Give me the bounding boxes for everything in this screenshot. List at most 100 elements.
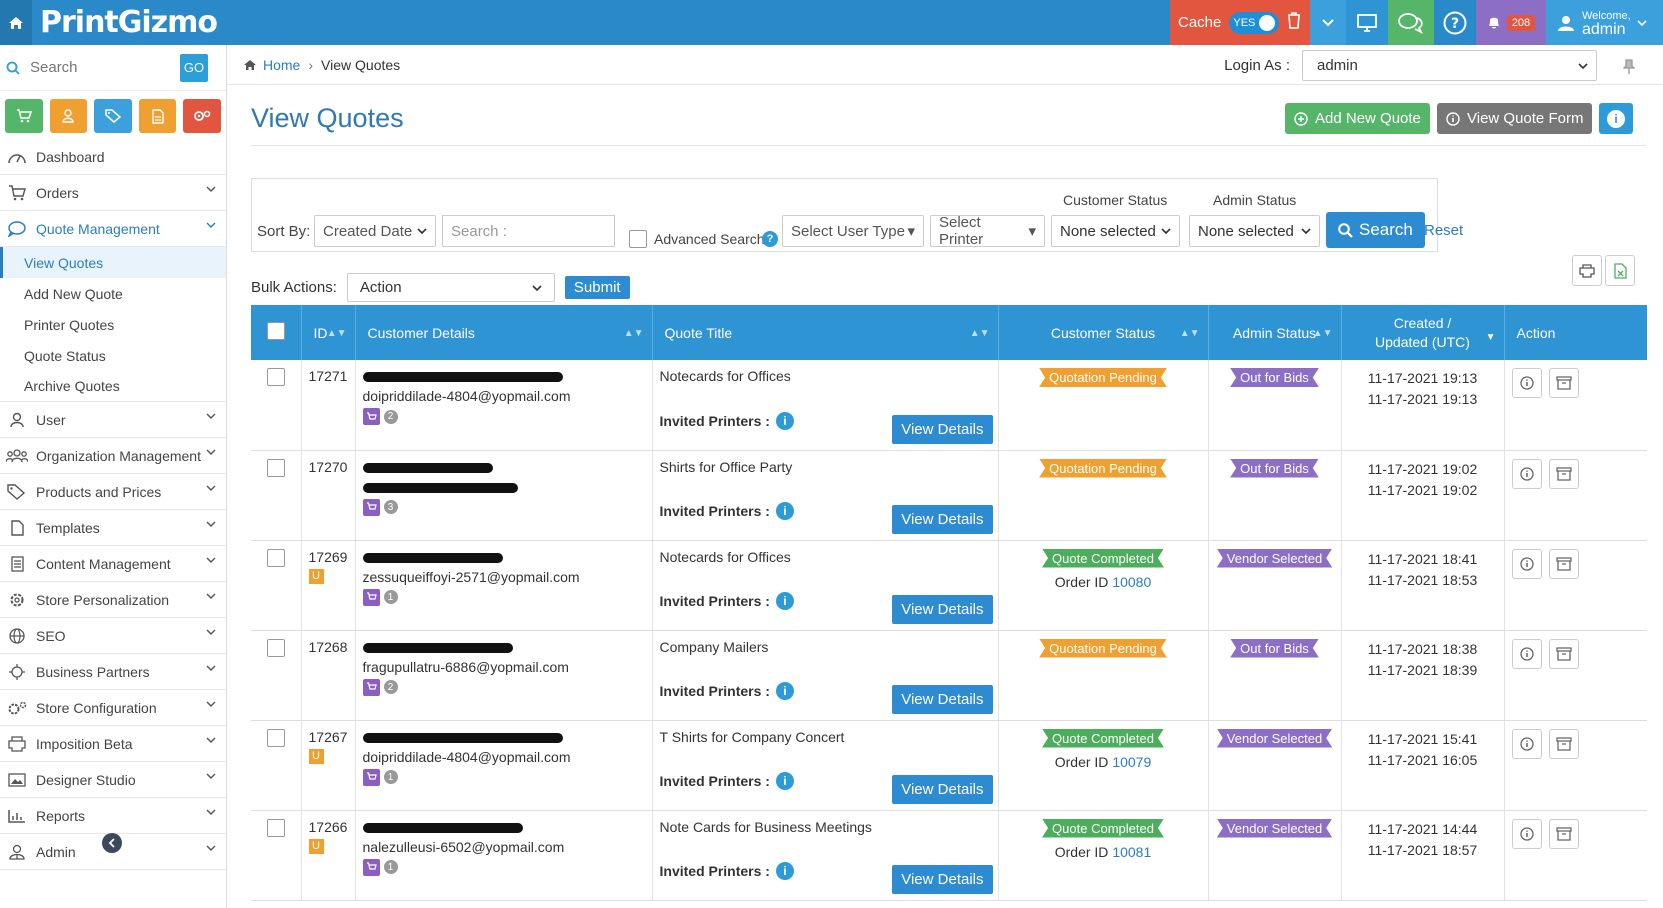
header-customer-details[interactable]: Customer Details ▲▼ bbox=[355, 305, 653, 360]
info-icon[interactable]: i bbox=[775, 861, 794, 880]
sidebar-subitem-view-quotes[interactable]: View Quotes bbox=[0, 247, 226, 278]
user-icon[interactable] bbox=[49, 99, 88, 133]
sidebar-collapse-button[interactable] bbox=[102, 833, 122, 853]
print-button[interactable] bbox=[1572, 255, 1602, 286]
app-logo[interactable]: PrintGizmo bbox=[40, 5, 218, 40]
info-button[interactable] bbox=[1511, 638, 1542, 669]
header-customer-status[interactable]: Customer Status ▲▼ bbox=[998, 305, 1209, 360]
sidebar-item-seo[interactable]: SEO bbox=[0, 618, 226, 654]
header-admin-status[interactable]: Admin Status ▲▼ bbox=[1208, 305, 1342, 360]
trash-icon[interactable] bbox=[1287, 12, 1301, 33]
cache-toggle[interactable]: YES bbox=[1229, 11, 1280, 34]
customer-status-select[interactable]: None selected bbox=[1051, 215, 1180, 247]
view-details-button[interactable]: View Details bbox=[892, 774, 993, 804]
row-checkbox[interactable] bbox=[266, 458, 285, 477]
archive-button[interactable] bbox=[1549, 818, 1580, 849]
info-button[interactable] bbox=[1511, 368, 1542, 398]
sidebar-subitem-quote-status[interactable]: Quote Status bbox=[0, 340, 226, 371]
view-details-button[interactable]: View Details bbox=[892, 414, 993, 444]
archive-button[interactable] bbox=[1549, 368, 1580, 398]
header-created-updated[interactable]: Created / Updated (UTC) ▼ bbox=[1341, 305, 1505, 360]
archive-button[interactable] bbox=[1549, 548, 1580, 579]
sidebar-item-templates[interactable]: Templates bbox=[0, 510, 226, 546]
sidebar-search-input[interactable] bbox=[30, 59, 170, 76]
page-info-button[interactable]: i bbox=[1599, 103, 1633, 134]
sidebar-item-store-configuration[interactable]: Store Configuration bbox=[0, 690, 226, 726]
help-icon[interactable]: ? bbox=[1434, 0, 1476, 45]
info-button[interactable] bbox=[1511, 548, 1542, 579]
header-quote-title[interactable]: Quote Title ▲▼ bbox=[652, 305, 999, 360]
reset-link[interactable]: Reset bbox=[1424, 222, 1463, 239]
gears-icon[interactable] bbox=[183, 99, 221, 133]
sidebar-item-organization-management[interactable]: Organization Management bbox=[0, 438, 226, 474]
monitor-icon[interactable] bbox=[1346, 0, 1388, 45]
submit-button[interactable]: Submit bbox=[564, 276, 630, 299]
bulk-action-select[interactable]: Action bbox=[346, 273, 555, 302]
add-new-quote-button[interactable]: Add New Quote bbox=[1285, 103, 1430, 134]
breadcrumb-home[interactable]: Home bbox=[263, 57, 300, 73]
notifications[interactable]: 208 bbox=[1476, 0, 1546, 45]
view-details-button[interactable]: View Details bbox=[892, 864, 993, 894]
chat-icon[interactable] bbox=[1388, 0, 1434, 45]
advanced-search-checkbox[interactable] bbox=[629, 230, 647, 248]
row-checkbox[interactable] bbox=[266, 728, 285, 747]
info-button[interactable] bbox=[1511, 818, 1542, 849]
order-id-link[interactable]: 10080 bbox=[1112, 574, 1151, 590]
row-checkbox[interactable] bbox=[266, 638, 285, 657]
row-checkbox[interactable] bbox=[266, 368, 285, 386]
user-type-select[interactable]: Select User Type ▾ bbox=[782, 215, 924, 247]
tag-icon[interactable] bbox=[94, 99, 132, 133]
home-icon[interactable] bbox=[0, 0, 32, 45]
export-excel-button[interactable] bbox=[1605, 255, 1635, 286]
view-quote-form-button[interactable]: View Quote Form bbox=[1437, 103, 1593, 134]
sidebar-subitem-printer-quotes[interactable]: Printer Quotes bbox=[0, 309, 226, 340]
sidebar-item-user[interactable]: User bbox=[0, 402, 226, 438]
quote-search-input[interactable]: Search : bbox=[442, 215, 615, 247]
row-checkbox[interactable] bbox=[266, 818, 285, 837]
chevron-down-icon[interactable] bbox=[1310, 0, 1346, 45]
sidebar-item-imposition-beta[interactable]: Imposition Beta bbox=[0, 726, 226, 762]
pin-icon[interactable] bbox=[1623, 59, 1635, 75]
archive-button[interactable] bbox=[1549, 458, 1580, 489]
user-menu[interactable]: Welcome, admin bbox=[1546, 0, 1663, 45]
chevron-down-icon bbox=[206, 845, 216, 851]
info-button[interactable] bbox=[1511, 728, 1542, 759]
printer-select[interactable]: Select Printer ▾ bbox=[930, 214, 1045, 248]
info-icon[interactable]: i bbox=[775, 771, 794, 790]
sidebar-item-content-management[interactable]: Content Management bbox=[0, 546, 226, 582]
sidebar-item-dashboard[interactable]: Dashboard bbox=[0, 139, 226, 175]
login-as-select[interactable]: admin bbox=[1302, 50, 1597, 81]
sidebar-item-products-and-prices[interactable]: Products and Prices bbox=[0, 474, 226, 510]
document-icon[interactable] bbox=[138, 99, 177, 133]
go-button[interactable]: GO bbox=[180, 53, 208, 82]
sort-by-select[interactable]: Created Date bbox=[314, 215, 436, 247]
info-icon[interactable]: i bbox=[775, 591, 794, 610]
archive-button[interactable] bbox=[1549, 728, 1580, 759]
info-button[interactable] bbox=[1511, 458, 1542, 489]
info-icon[interactable]: i bbox=[775, 501, 794, 520]
sidebar-subitem-add-new-quote[interactable]: Add New Quote bbox=[0, 278, 226, 309]
archive-button[interactable] bbox=[1549, 638, 1580, 669]
order-id-link[interactable]: 10079 bbox=[1112, 754, 1151, 770]
cart-icon[interactable] bbox=[5, 99, 43, 133]
order-id-link[interactable]: 10081 bbox=[1112, 844, 1151, 860]
info-icon[interactable]: i bbox=[775, 681, 794, 700]
view-details-button[interactable]: View Details bbox=[892, 684, 993, 714]
admin-status-select[interactable]: None selected bbox=[1189, 215, 1320, 247]
sidebar-item-quote-management[interactable]: Quote Management bbox=[0, 211, 226, 247]
search-button[interactable]: Search bbox=[1326, 212, 1425, 248]
sidebar-subitem-archive-quotes[interactable]: Archive Quotes bbox=[0, 371, 226, 402]
sidebar-item-orders[interactable]: Orders bbox=[0, 175, 226, 211]
sidebar-item-designer-studio[interactable]: Designer Studio bbox=[0, 762, 226, 798]
help-icon[interactable]: ? bbox=[762, 231, 778, 247]
sidebar-item-store-personalization[interactable]: Store Personalization bbox=[0, 582, 226, 618]
view-details-button[interactable]: View Details bbox=[892, 594, 993, 624]
sidebar-item-reports[interactable]: Reports bbox=[0, 798, 226, 834]
row-checkbox[interactable] bbox=[266, 548, 285, 567]
view-details-button[interactable]: View Details bbox=[892, 504, 993, 534]
select-all-checkbox[interactable] bbox=[266, 322, 285, 340]
header-id[interactable]: ID ▲▼ bbox=[301, 305, 356, 360]
info-icon[interactable]: i bbox=[775, 411, 794, 430]
invited-printers-label: Invited Printers : bbox=[659, 412, 770, 429]
sidebar-item-business-partners[interactable]: Business Partners bbox=[0, 654, 226, 690]
